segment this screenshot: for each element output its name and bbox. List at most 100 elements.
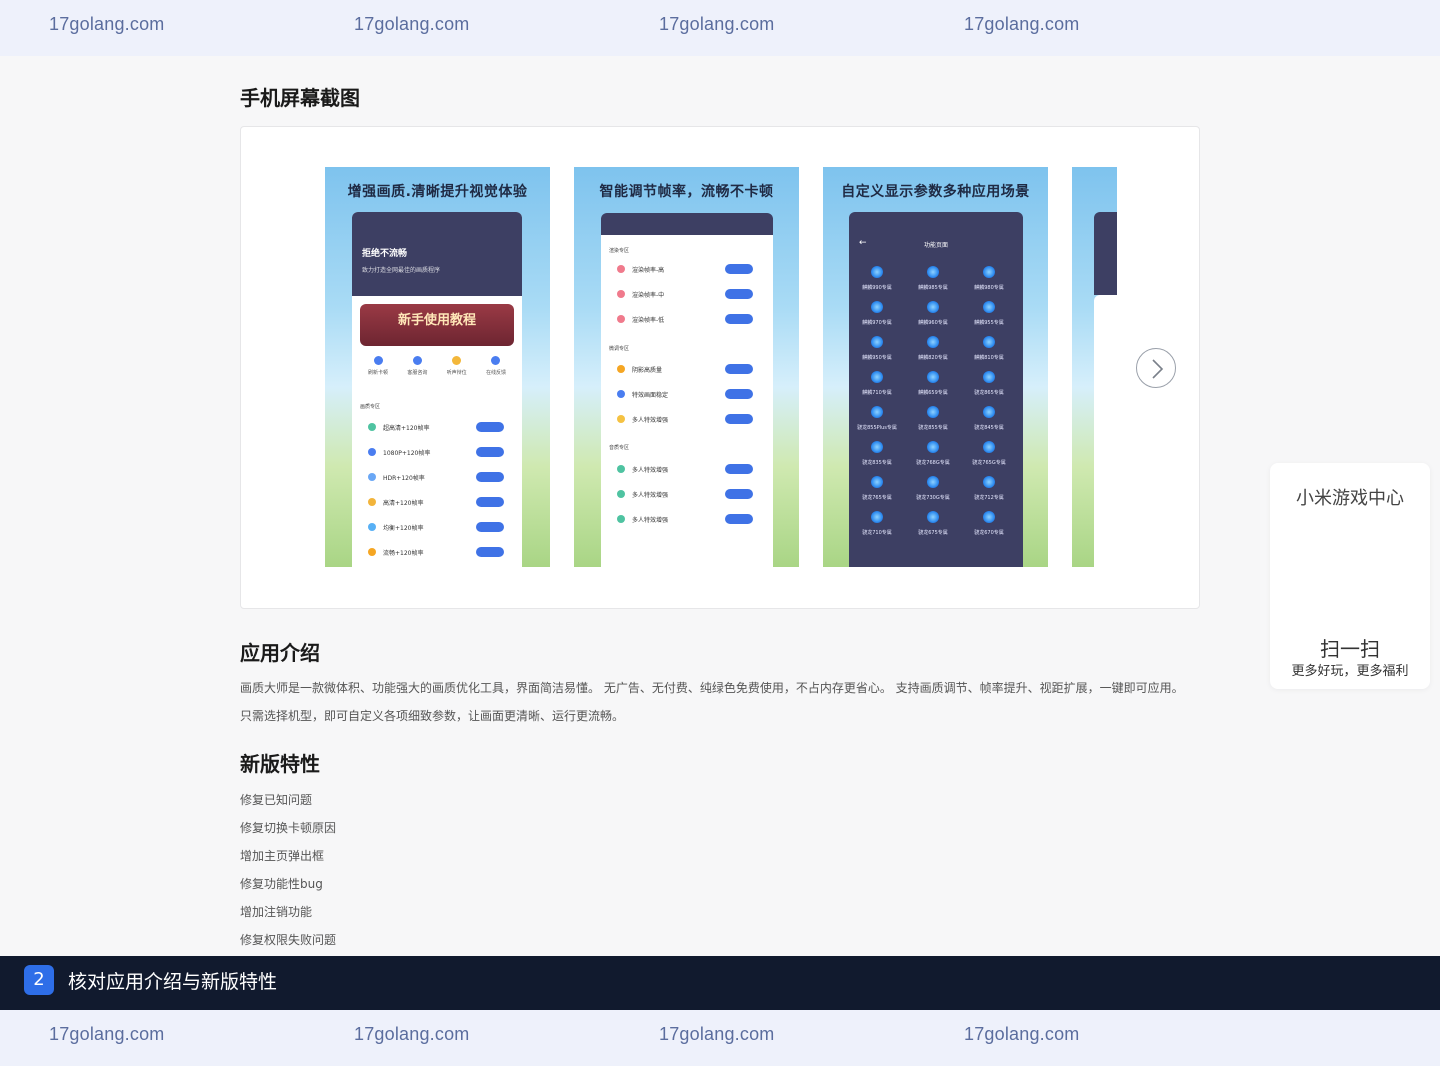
- phone-icon-item: 刷新卡顿: [360, 356, 396, 376]
- phone-group-title: 音质专区: [609, 445, 630, 451]
- phone-header-title: 拒绝不流畅: [362, 249, 408, 259]
- phone-option: 超高清+120帧率: [368, 422, 504, 434]
- phone-icon-item: 听声辩位: [439, 356, 475, 376]
- phone-option: 流畅+120帧率: [368, 547, 504, 559]
- phone-mockup: [1094, 212, 1117, 295]
- chip-option-label: 麒麟820专属: [918, 355, 948, 361]
- chip-option-icon: [983, 406, 995, 418]
- chip-option-label: 麒麟710专属: [862, 390, 892, 396]
- screenshot-2[interactable]: 智能调节帧率，流畅不卡顿 渲染专区 渲染帧率-高 渲染帧率-中 渲染帧率-低 微…: [574, 167, 799, 567]
- option-toggle: [725, 389, 753, 399]
- watermark-text: 17golang.com: [354, 14, 470, 34]
- phone-group-title: 微调专区: [609, 346, 630, 352]
- option-toggle: [476, 497, 504, 507]
- option-icon: [617, 515, 625, 523]
- feature-item: 增加注销功能: [240, 905, 313, 919]
- watermark-text: 17golang.com: [49, 1024, 165, 1044]
- side-card-slogan: 更多好玩，更多福利: [1291, 664, 1409, 679]
- phone-group-title: 画质专区: [360, 404, 381, 410]
- phone-mockup: ← 功能页面 麒麟990专属 麒麟985专属 麒麟980专属 麒麟970专属 麒麟960…: [849, 212, 1023, 567]
- tutorial-banner: 新手使用教程: [360, 304, 514, 346]
- screenshots-title: 手机屏幕截图: [240, 86, 360, 110]
- chip-option-icon: [927, 511, 939, 523]
- phone-option: 均衡+120帧率: [368, 522, 504, 534]
- option-icon: [617, 315, 625, 323]
- option-toggle: [725, 364, 753, 374]
- phone-header-title: 功能页面: [923, 242, 948, 249]
- chip-option-icon: [983, 371, 995, 383]
- phone-icon-row: 刷新卡顿 客服咨询 听声辩位 在线反馈: [360, 356, 514, 376]
- phone-option: 特效画面稳定: [617, 389, 753, 401]
- phone-mockup: 渲染专区 渲染帧率-高 渲染帧率-中 渲染帧率-低 微调专区 阴影高质量 特效画…: [601, 213, 773, 567]
- option-toggle: [476, 422, 504, 432]
- chip-option-label: 骁龙670专属: [974, 530, 1004, 536]
- step-instruction: 核对应用介绍与新版特性: [68, 971, 278, 993]
- chip-option-icon: [983, 441, 995, 453]
- side-card-title: 小米游戏中心: [1296, 488, 1404, 509]
- option-toggle: [725, 464, 753, 474]
- chip-option-label: 骁龙675专属: [918, 530, 948, 536]
- chip-option-label: 麒麟970专属: [862, 320, 892, 326]
- feature-item: 修复已知问题: [240, 793, 313, 807]
- step-bar: 2 核对应用介绍与新版特性: [0, 956, 1440, 1010]
- watermark-text: 17golang.com: [354, 1024, 470, 1044]
- chip-option-icon: [927, 371, 939, 383]
- phone-option: 多人特效增强: [617, 414, 753, 426]
- option-icon: [368, 498, 376, 506]
- option-icon: [368, 548, 376, 556]
- option-toggle: [476, 547, 504, 557]
- chip-option-label: 骁龙865专属: [974, 390, 1004, 396]
- phone-mockup-body: [1094, 295, 1117, 567]
- chip-option-icon: [871, 476, 883, 488]
- phone-option: 渲染帧率-高: [617, 264, 753, 276]
- chip-option-label: 骁龙712专属: [974, 495, 1004, 501]
- screenshot-4[interactable]: [1072, 167, 1117, 567]
- phone-option: 阴影高质量: [617, 364, 753, 376]
- option-icon: [368, 448, 376, 456]
- option-icon: [617, 465, 625, 473]
- chip-option-icon: [871, 301, 883, 313]
- phone-option: 多人特效增强: [617, 464, 753, 476]
- chip-option-label: 麒麟810专属: [974, 355, 1004, 361]
- option-toggle: [476, 472, 504, 482]
- chip-option-icon: [871, 511, 883, 523]
- chip-option-label: 骁龙845专属: [974, 425, 1004, 431]
- watermark-text: 17golang.com: [659, 14, 775, 34]
- chip-option-icon: [871, 266, 883, 278]
- phone-header: 拒绝不流畅 致力打造全网最佳的画质程序: [352, 212, 522, 296]
- screenshot-1[interactable]: 增强画质.清晰提升视觉体验 拒绝不流畅 致力打造全网最佳的画质程序 新手使用教程…: [325, 167, 550, 567]
- chip-option-label: 骁龙855专属: [918, 425, 948, 431]
- chip-option-icon: [927, 406, 939, 418]
- chip-option-icon: [871, 406, 883, 418]
- chip-option-label: 麒麟950专属: [862, 355, 892, 361]
- screenshot-3[interactable]: 自定义显示参数多种应用场景 ← 功能页面 麒麟990专属 麒麟985专属 麒麟980…: [823, 167, 1048, 567]
- chip-option-icon: [983, 301, 995, 313]
- chip-option-icon: [983, 266, 995, 278]
- chip-option-icon: [927, 441, 939, 453]
- option-toggle: [725, 489, 753, 499]
- chip-option-label: 麒麟980专属: [974, 285, 1004, 291]
- next-screenshot-button[interactable]: [1136, 348, 1176, 388]
- watermark-text: 17golang.com: [659, 1024, 775, 1044]
- phone-option: HDR+120帧率: [368, 472, 504, 484]
- phone-icon-item: 客服咨询: [399, 356, 435, 376]
- option-icon: [617, 265, 625, 273]
- chip-option-icon: [983, 336, 995, 348]
- chip-option-label: 骁龙730G专属: [916, 495, 950, 501]
- chip-option-label: 骁龙835专属: [862, 460, 892, 466]
- intro-paragraph: 画质大师是一款微体积、功能强大的画质优化工具，界面简洁易懂。 无广告、无付费、纯…: [240, 674, 1200, 730]
- qr-side-card[interactable]: 小米游戏中心 扫一扫 更多好玩，更多福利: [1270, 463, 1430, 689]
- option-icon: [617, 490, 625, 498]
- screenshot-gallery: 增强画质.清晰提升视觉体验 拒绝不流畅 致力打造全网最佳的画质程序 新手使用教程…: [240, 126, 1200, 609]
- chip-option-label: 麒麟659专属: [918, 390, 948, 396]
- chip-option-label: 骁龙855Plus专属: [857, 425, 897, 431]
- option-icon: [617, 365, 625, 373]
- screenshot-caption: 自定义显示参数多种应用场景: [841, 184, 1030, 200]
- option-icon: [368, 523, 376, 531]
- chip-option-label: 麒麟985专属: [918, 285, 948, 291]
- support-icon: [412, 356, 422, 365]
- watermark-text: 17golang.com: [49, 14, 165, 34]
- chip-option-label: 麒麟990专属: [862, 285, 892, 291]
- phone-option: 多人特效增强: [617, 514, 753, 526]
- screenshot-track: 增强画质.清晰提升视觉体验 拒绝不流畅 致力打造全网最佳的画质程序 新手使用教程…: [325, 167, 1117, 567]
